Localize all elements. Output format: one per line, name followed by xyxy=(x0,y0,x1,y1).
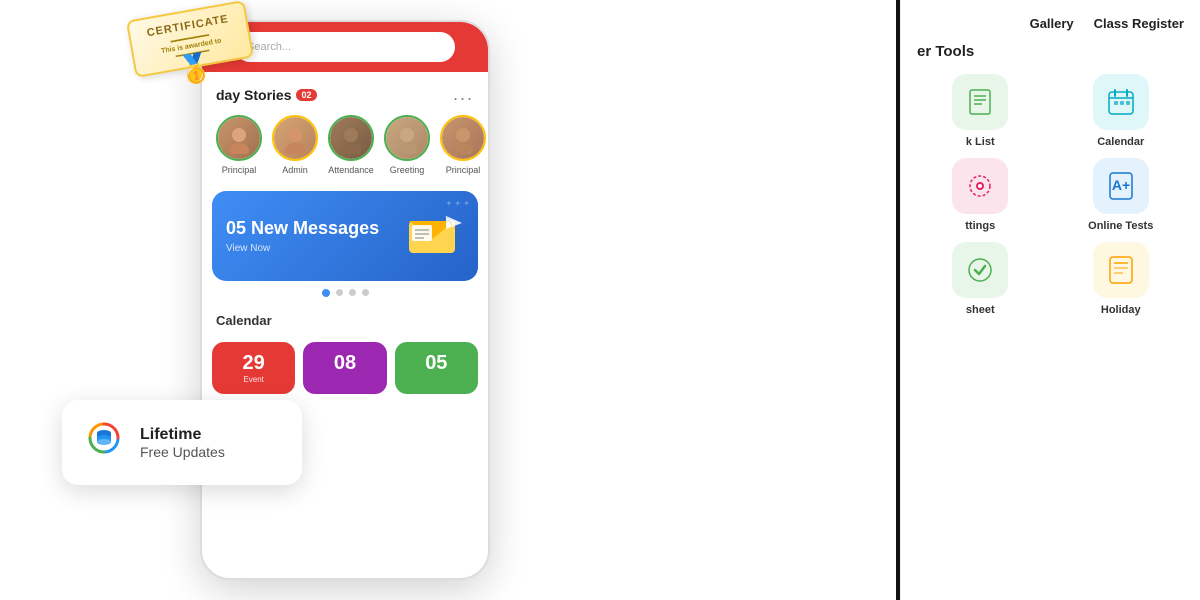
tool-icon-sheet xyxy=(952,242,1008,298)
avatar-item[interactable]: Greeting xyxy=(384,115,430,175)
carousel-dot-4 xyxy=(362,289,369,296)
class-register-link[interactable]: Class Register xyxy=(1094,16,1184,31)
cal-label-red: Event xyxy=(226,375,281,384)
cert-card: CERTIFICATE ━━━━━━━━ This is awarded to … xyxy=(126,0,254,78)
avatar-label: Principal xyxy=(222,165,257,175)
avatar-item[interactable]: Principal xyxy=(216,115,262,175)
main-container: CERTIFICATE ━━━━━━━━ This is awarded to … xyxy=(0,0,1200,600)
certificate-badge: CERTIFICATE ━━━━━━━━ This is awarded to … xyxy=(130,10,250,120)
envelope-icon xyxy=(404,211,464,261)
search-bar[interactable]: Search... xyxy=(235,32,455,62)
messages-title: 05 New Messages xyxy=(226,218,379,239)
tool-label-settings: ttings xyxy=(965,220,995,232)
avatar-circle xyxy=(440,115,486,161)
section-title: er Tools xyxy=(911,43,1190,60)
tool-item-booklist[interactable]: k List xyxy=(915,74,1046,148)
tool-label-online-tests: Online Tests xyxy=(1088,220,1153,232)
tool-icon-booklist xyxy=(952,74,1008,130)
search-placeholder: Search... xyxy=(247,41,291,53)
avatar-label: Attendance xyxy=(328,165,374,175)
avatar-face xyxy=(386,117,428,159)
cal-card-green[interactable]: 05 xyxy=(395,342,478,394)
cal-number-purple: 08 xyxy=(317,352,372,375)
cal-card-red[interactable]: 29 Event xyxy=(212,342,295,394)
tool-item-holiday[interactable]: Holiday xyxy=(1056,242,1187,316)
lifetime-card: Lifetime Free Updates xyxy=(62,400,302,485)
avatar-label: Principal xyxy=(446,165,481,175)
calendar-label: Calendar xyxy=(216,313,272,328)
avatar-circle xyxy=(272,115,318,161)
avatar-item[interactable]: Attendance xyxy=(328,115,374,175)
avatar-face xyxy=(330,117,372,159)
tool-label-booklist: k List xyxy=(966,136,995,148)
tool-icon-holiday xyxy=(1093,242,1149,298)
cal-card-purple[interactable]: 08 xyxy=(303,342,386,394)
avatar-item[interactable]: Principal xyxy=(440,115,486,175)
cal-number-red: 29 xyxy=(226,352,281,375)
carousel-dot-3 xyxy=(349,289,356,296)
right-panel-top: Gallery Class Register xyxy=(911,16,1190,31)
carousel-dot-1 xyxy=(322,289,330,297)
svg-text:A+: A+ xyxy=(1112,177,1130,193)
lifetime-bold: Lifetime xyxy=(140,426,225,444)
messages-banner[interactable]: 05 New Messages View Now ✦ ✦ ✦ xyxy=(212,191,478,281)
calendar-cards: 29 Event 08 05 xyxy=(202,336,488,400)
tool-icon-settings xyxy=(952,158,1008,214)
avatar-item[interactable]: Admin xyxy=(272,115,318,175)
right-panel: Gallery Class Register er Tools k List xyxy=(900,0,1200,600)
messages-banner-text: 05 New Messages View Now xyxy=(226,218,379,254)
carousel-dot-2 xyxy=(336,289,343,296)
stories-badge: 02 xyxy=(296,89,316,101)
cal-number-green: 05 xyxy=(409,352,464,375)
avatar-face xyxy=(442,117,484,159)
avatar-face xyxy=(218,117,260,159)
avatar-label: Greeting xyxy=(390,165,425,175)
stories-avatars: Principal Admin At xyxy=(216,115,474,175)
avatar-face xyxy=(274,117,316,159)
stories-header: day Stories 02 ... xyxy=(216,84,474,105)
carousel-dots xyxy=(202,289,488,297)
gallery-link[interactable]: Gallery xyxy=(1030,16,1074,31)
avatar-circle xyxy=(328,115,374,161)
tool-item-settings[interactable]: ttings xyxy=(915,158,1046,232)
avatar-circle xyxy=(216,115,262,161)
lifetime-text: Lifetime Free Updates xyxy=(140,426,225,460)
lifetime-light: Free Updates xyxy=(140,444,225,460)
avatar-circle xyxy=(384,115,430,161)
tool-icon-calendar xyxy=(1093,74,1149,130)
tool-item-online-tests[interactable]: A+ Online Tests xyxy=(1056,158,1187,232)
tool-item-calendar[interactable]: Calendar xyxy=(1056,74,1187,148)
tool-label-sheet: sheet xyxy=(966,304,995,316)
tool-item-sheet[interactable]: sheet xyxy=(915,242,1046,316)
tool-label-calendar: Calendar xyxy=(1097,136,1144,148)
tools-grid: k List Calendar xyxy=(911,74,1190,316)
tool-icon-online-tests: A+ xyxy=(1093,158,1149,214)
lifetime-icon xyxy=(82,416,126,469)
stories-more-icon[interactable]: ... xyxy=(453,84,474,105)
tool-label-holiday: Holiday xyxy=(1101,304,1141,316)
avatar-label: Admin xyxy=(282,165,308,175)
calendar-section: Calendar xyxy=(202,305,488,336)
cert-ribbon: 🥇 xyxy=(175,50,215,89)
